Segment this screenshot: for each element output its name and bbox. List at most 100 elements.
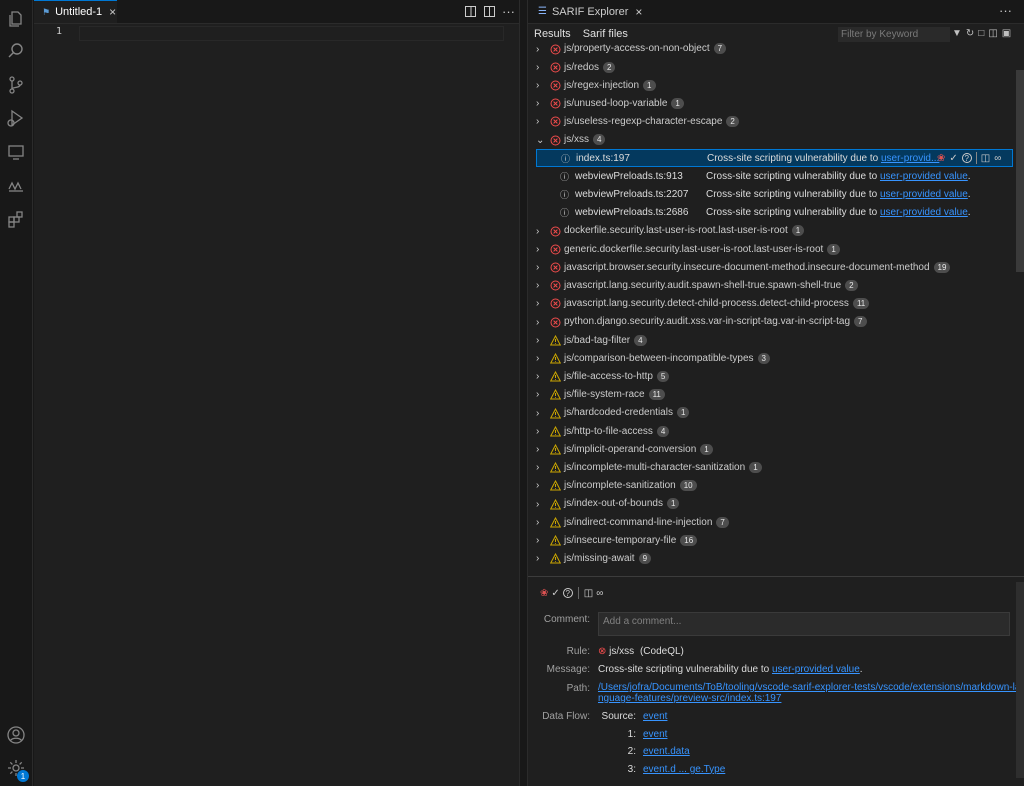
chevron-right-icon[interactable]: › bbox=[536, 353, 546, 364]
bug-icon[interactable]: ❀ bbox=[540, 588, 548, 599]
manage-gear-icon[interactable]: 1 bbox=[5, 757, 29, 782]
link-icon[interactable]: ∞ bbox=[994, 153, 1001, 164]
tree-rule-row[interactable]: › javascript.lang.security.detect-child-p… bbox=[528, 295, 1014, 313]
chevron-right-icon[interactable]: › bbox=[536, 44, 546, 55]
open-changes-icon[interactable] bbox=[464, 4, 477, 18]
tree-rule-row[interactable]: › js/hardcoded-credentials 1 bbox=[528, 404, 1014, 422]
tree-rule-row[interactable]: › js/comparison-between-incompatible-type… bbox=[528, 349, 1014, 367]
open-folder-icon[interactable]: □ bbox=[978, 28, 984, 39]
refresh-icon[interactable]: ↻ bbox=[966, 28, 974, 39]
more-actions-icon[interactable]: ··· bbox=[999, 3, 1012, 18]
collapse-all-icon[interactable]: ◫ bbox=[988, 28, 997, 39]
more-actions-icon[interactable]: ··· bbox=[502, 4, 515, 19]
search-icon[interactable] bbox=[5, 40, 27, 62]
tree-rule-row[interactable]: › js/bad-tag-filter 4 bbox=[528, 331, 1014, 349]
tree-rule-row[interactable]: › js/index-out-of-bounds 1 bbox=[528, 495, 1014, 513]
flow-step-link[interactable]: event bbox=[643, 711, 667, 722]
tree-rule-row[interactable]: › js/incomplete-sanitization 10 bbox=[528, 477, 1014, 495]
chevron-right-icon[interactable]: › bbox=[536, 280, 546, 291]
close-icon[interactable]: × bbox=[109, 5, 116, 19]
check-icon[interactable]: ✓ bbox=[949, 153, 957, 164]
tree-rule-row[interactable]: › js/unused-loop-variable 1 bbox=[528, 95, 1014, 113]
tab-sarif-explorer[interactable]: ☰ SARIF Explorer × bbox=[528, 0, 642, 24]
tree-rule-row[interactable]: › js/redos 2 bbox=[528, 58, 1014, 76]
tree-rule-row[interactable]: › js/file-system-race 11 bbox=[528, 386, 1014, 404]
tree-rule-row[interactable]: › js/property-access-on-non-object 7 bbox=[528, 40, 1014, 58]
chevron-right-icon[interactable]: › bbox=[536, 226, 546, 237]
sarif-explorer-icon[interactable] bbox=[5, 175, 27, 197]
chevron-right-icon[interactable]: › bbox=[536, 408, 546, 419]
chevron-right-icon[interactable]: › bbox=[536, 116, 546, 127]
message-link[interactable]: user-provid... bbox=[881, 153, 939, 164]
chevron-right-icon[interactable]: › bbox=[536, 517, 546, 528]
message-link[interactable]: user-provided value bbox=[880, 171, 968, 182]
chevron-right-icon[interactable]: › bbox=[536, 462, 546, 473]
path-link-line2[interactable]: nguage-features/preview-src/index.ts:197 bbox=[598, 693, 781, 704]
new-window-icon[interactable]: ▣ bbox=[1002, 28, 1011, 39]
chevron-right-icon[interactable]: › bbox=[536, 98, 546, 109]
result-row[interactable]: ⓘ webviewPreloads.ts:913 Cross-site script… bbox=[528, 167, 1014, 185]
result-row[interactable]: ⓘ index.ts:197 Cross-site scripting vulner… bbox=[536, 149, 1013, 168]
tree-rule-row[interactable]: › python.django.security.audit.xss.var-in… bbox=[528, 313, 1014, 331]
chevron-right-icon[interactable]: › bbox=[536, 244, 546, 255]
flow-step-value[interactable]: event.d ... ge.Type bbox=[643, 764, 725, 775]
thumbs-down-icon[interactable]: ◫ bbox=[584, 588, 593, 599]
link-icon[interactable]: ∞ bbox=[596, 588, 603, 599]
tree-rule-row[interactable]: › javascript.lang.security.audit.spawn-sh… bbox=[528, 277, 1014, 295]
chevron-right-icon[interactable]: › bbox=[536, 62, 546, 73]
flow-step-value[interactable]: event bbox=[643, 711, 667, 722]
tree-rule-row[interactable]: › js/file-access-to-http 5 bbox=[528, 368, 1014, 386]
tree-rule-row[interactable]: › js/useless-regexp-character-escape 2 bbox=[528, 113, 1014, 131]
question-icon[interactable]: ? bbox=[562, 588, 573, 598]
run-debug-icon[interactable] bbox=[5, 107, 27, 129]
filter-icon[interactable]: ▼ bbox=[952, 28, 962, 39]
result-row[interactable]: ⓘ webviewPreloads.ts:2207 Cross-site scrip… bbox=[528, 186, 1014, 204]
flow-step-value[interactable]: event bbox=[643, 729, 667, 740]
tree-rule-row[interactable]: › js/regex-injection 1 bbox=[528, 76, 1014, 94]
chevron-right-icon[interactable]: › bbox=[536, 371, 546, 382]
chevron-right-icon[interactable]: › bbox=[536, 298, 546, 309]
chevron-right-icon[interactable]: › bbox=[536, 262, 546, 273]
thumbs-down-icon[interactable]: ◫ bbox=[981, 153, 990, 164]
tree-rule-row[interactable]: › js/implicit-operand-conversion 1 bbox=[528, 440, 1014, 458]
path-link-line1[interactable]: /Users/jofra/Documents/ToB/tooling/vscod… bbox=[598, 682, 1020, 693]
tree-rule-row[interactable]: › js/http-to-file-access 4 bbox=[528, 422, 1014, 440]
tab-untitled-1[interactable]: ⚑ Untitled-1 × bbox=[34, 0, 117, 23]
tree-rule-row[interactable]: › js/insecure-temporary-file 16 bbox=[528, 531, 1014, 549]
chevron-right-icon[interactable]: › bbox=[536, 480, 546, 491]
explorer-icon[interactable] bbox=[5, 8, 27, 30]
source-control-icon[interactable] bbox=[5, 74, 27, 96]
chevron-right-icon[interactable]: › bbox=[536, 317, 546, 328]
check-icon[interactable]: ✓ bbox=[551, 588, 559, 599]
chevron-right-icon[interactable]: › bbox=[536, 426, 546, 437]
path-value[interactable]: /Users/jofra/Documents/ToB/tooling/vscod… bbox=[598, 682, 1020, 704]
tree-rule-row[interactable]: › js/indirect-command-line-injection 7 bbox=[528, 513, 1014, 531]
chevron-right-icon[interactable]: › bbox=[536, 553, 546, 564]
flow-step-link[interactable]: event.d ... ge.Type bbox=[643, 764, 725, 775]
account-icon[interactable] bbox=[5, 724, 27, 746]
tree-scrollbar[interactable] bbox=[1016, 70, 1024, 272]
comment-input[interactable]: Add a comment... bbox=[598, 612, 1010, 636]
tree-rule-row[interactable]: › js/incomplete-multi-character-sanitizat… bbox=[528, 459, 1014, 477]
tree-rule-row[interactable]: › javascript.browser.security.insecure-do… bbox=[528, 258, 1014, 276]
chevron-right-icon[interactable]: › bbox=[536, 335, 546, 346]
remote-explorer-icon[interactable] bbox=[5, 141, 27, 163]
flow-step-link[interactable]: event bbox=[643, 729, 667, 740]
flow-step-value[interactable]: event.data bbox=[643, 746, 690, 757]
message-link[interactable]: user-provided value bbox=[772, 664, 860, 675]
chevron-right-icon[interactable]: › bbox=[536, 444, 546, 455]
editor-body[interactable]: 1 bbox=[34, 24, 519, 786]
flow-step-link[interactable]: event.data bbox=[643, 746, 690, 757]
close-icon[interactable]: × bbox=[635, 5, 642, 19]
chevron-right-icon[interactable]: › bbox=[536, 535, 546, 546]
split-editor-icon[interactable] bbox=[483, 4, 496, 18]
tab-sarif-files[interactable]: Sarif files bbox=[577, 28, 634, 40]
tree-rule-row[interactable]: › dockerfile.security.last-user-is-root.l… bbox=[528, 222, 1014, 240]
result-row[interactable]: ⓘ webviewPreloads.ts:2686 Cross-site scrip… bbox=[528, 204, 1014, 222]
question-icon[interactable]: ? bbox=[961, 153, 972, 164]
extensions-icon[interactable] bbox=[5, 208, 27, 230]
split-sash[interactable] bbox=[519, 0, 528, 786]
tree-rule-row[interactable]: › generic.dockerfile.security.last-user-i… bbox=[528, 240, 1014, 258]
tree-rule-row[interactable]: › js/missing-await 9 bbox=[528, 550, 1014, 568]
detail-scrollbar[interactable] bbox=[1016, 582, 1024, 778]
